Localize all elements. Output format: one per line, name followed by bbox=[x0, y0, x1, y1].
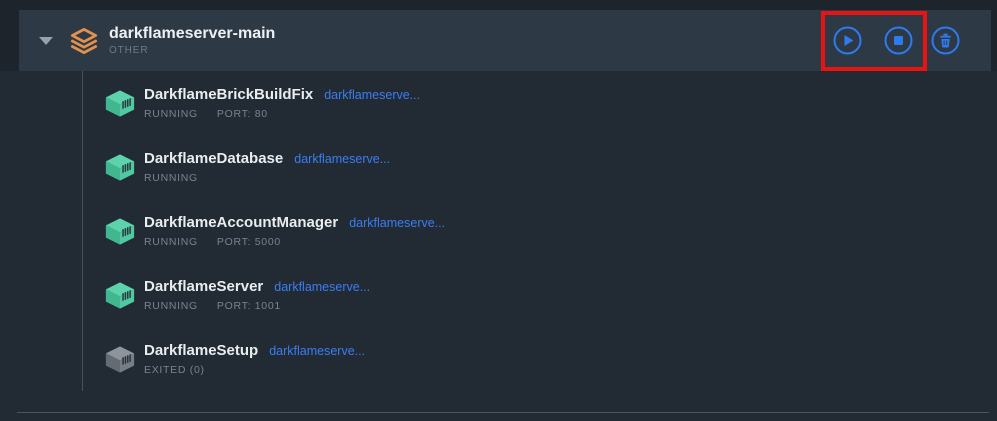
container-cube-icon bbox=[104, 153, 136, 182]
container-name: DarkflameServer bbox=[144, 278, 263, 295]
container-port: PORT: 1001 bbox=[217, 300, 281, 312]
container-name: DarkflameSetup bbox=[144, 342, 258, 359]
container-name: DarkflameDatabase bbox=[144, 150, 283, 167]
stack-header[interactable]: darkflameserver-main OTHER bbox=[19, 10, 991, 71]
container-row[interactable]: DarkflameServer darkflameserve... RUNNIN… bbox=[0, 274, 997, 338]
container-stack-link[interactable]: darkflameserve... bbox=[349, 216, 445, 230]
container-cube-icon bbox=[104, 217, 136, 246]
stack-subtitle: OTHER bbox=[109, 45, 275, 56]
container-stack-link[interactable]: darkflameserve... bbox=[294, 152, 390, 166]
stack-title: darkflameserver-main bbox=[109, 25, 275, 43]
container-rows: DarkflameBrickBuildFix darkflameserve...… bbox=[0, 82, 997, 402]
container-row[interactable]: DarkflameSetup darkflameserve... EXITED … bbox=[0, 338, 997, 402]
bottom-divider bbox=[17, 412, 989, 413]
container-stack-link[interactable]: darkflameserve... bbox=[324, 88, 420, 102]
layers-stack-icon bbox=[70, 27, 98, 55]
app-window: darkflameserver-main OTHER bbox=[0, 0, 997, 421]
container-status: RUNNING bbox=[144, 236, 198, 248]
chevron-down-icon[interactable] bbox=[39, 37, 53, 45]
container-name: DarkflameBrickBuildFix bbox=[144, 86, 313, 103]
container-row[interactable]: DarkflameBrickBuildFix darkflameserve...… bbox=[0, 82, 997, 146]
container-status: EXITED (0) bbox=[144, 364, 205, 376]
stop-stack-button[interactable] bbox=[884, 26, 913, 55]
delete-stack-button[interactable] bbox=[931, 26, 960, 55]
container-port: PORT: 80 bbox=[217, 108, 268, 120]
container-status: RUNNING bbox=[144, 172, 198, 184]
container-port: PORT: 5000 bbox=[217, 236, 281, 248]
container-status: RUNNING bbox=[144, 300, 198, 312]
container-cube-icon-exited bbox=[104, 345, 136, 374]
stack-header-text: darkflameserver-main OTHER bbox=[109, 25, 275, 57]
container-status: RUNNING bbox=[144, 108, 198, 120]
container-row[interactable]: DarkflameDatabase darkflameserve... RUNN… bbox=[0, 146, 997, 210]
container-row[interactable]: DarkflameAccountManager darkflameserve..… bbox=[0, 210, 997, 274]
container-stack-link[interactable]: darkflameserve... bbox=[274, 280, 370, 294]
start-stack-button[interactable] bbox=[833, 26, 862, 55]
container-stack-link[interactable]: darkflameserve... bbox=[269, 344, 365, 358]
container-name: DarkflameAccountManager bbox=[144, 214, 338, 231]
container-cube-icon bbox=[104, 89, 136, 118]
container-cube-icon bbox=[104, 281, 136, 310]
